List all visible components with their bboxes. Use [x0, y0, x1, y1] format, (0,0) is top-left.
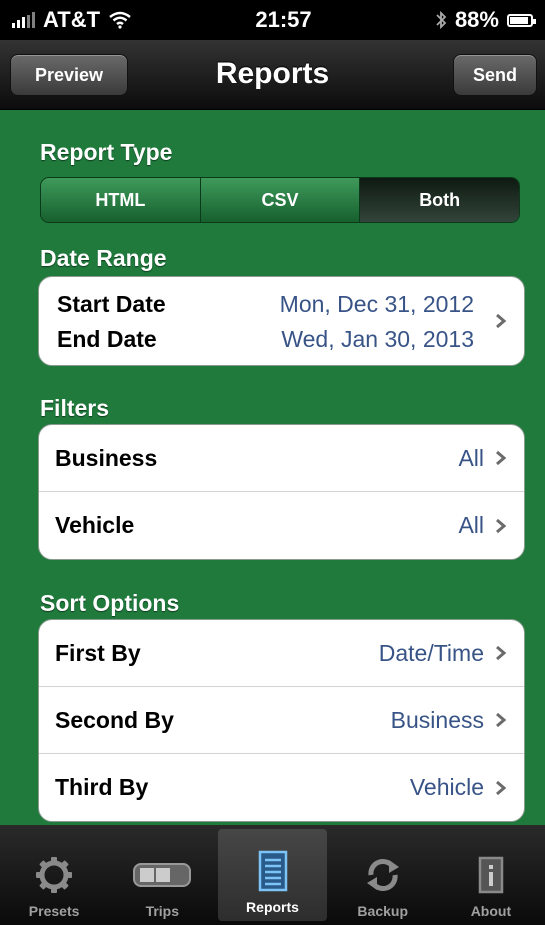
row-value: All: [458, 445, 484, 471]
tab-backup[interactable]: Backup: [329, 825, 437, 925]
date-range-header: Date Range: [40, 245, 167, 271]
sync-icon: [366, 859, 399, 891]
row-label: Business: [55, 444, 158, 471]
row-label: First By: [55, 639, 141, 666]
chevron-right-icon: [496, 780, 507, 795]
signal-icon: [12, 12, 35, 28]
send-button[interactable]: Send: [453, 54, 537, 96]
chevron-right-icon: [496, 518, 507, 533]
start-date-value: Mon, Dec 31, 2012: [279, 291, 474, 317]
filter-row-vehicle[interactable]: Vehicle All: [39, 492, 524, 559]
end-date-value: Wed, Jan 30, 2013: [281, 326, 474, 352]
segment-both[interactable]: Both: [360, 178, 519, 222]
filter-row-business[interactable]: Business All: [39, 425, 524, 492]
tab-label: Trips: [145, 903, 180, 919]
tab-presets[interactable]: Presets: [0, 825, 108, 925]
segment-html[interactable]: HTML: [41, 178, 201, 222]
document-icon: [258, 850, 287, 892]
carrier-label: AT&T: [43, 7, 101, 32]
end-date-label: End Date: [57, 326, 157, 352]
tab-label: Presets: [28, 903, 80, 919]
report-type-control: HTML CSV Both: [40, 177, 520, 223]
battery-percent: 88%: [454, 7, 499, 32]
tab-reports[interactable]: Reports: [218, 829, 327, 921]
row-label: Vehicle: [55, 512, 135, 538]
row-value: Business: [390, 707, 484, 733]
row-value: All: [458, 512, 484, 538]
battery-icon: [506, 13, 536, 27]
row-label: Third By: [55, 774, 149, 800]
tab-about[interactable]: About: [437, 825, 545, 925]
start-date-label: Start Date: [57, 291, 166, 317]
gear-icon: [36, 857, 73, 893]
sort-row-first[interactable]: First By Date/Time: [39, 620, 524, 687]
toggle-icon: [133, 863, 192, 887]
tab-bar: Presets Trips Reports Backup About: [0, 825, 545, 925]
chevron-right-icon: [496, 712, 507, 728]
tab-label: Backup: [357, 903, 408, 919]
sort-row-third[interactable]: Third By Vehicle: [39, 754, 524, 821]
report-settings: Report Type HTML CSV Both Date Range Sta…: [0, 111, 545, 822]
tab-label: Reports: [246, 899, 299, 915]
tab-trips[interactable]: Trips: [108, 825, 216, 925]
sort-options-group: First By Date/Time Second By Business Th…: [38, 619, 525, 822]
segment-csv[interactable]: CSV: [200, 178, 361, 222]
row-value: Vehicle: [409, 774, 484, 800]
clock: 21:57: [255, 7, 312, 32]
report-type-header: Report Type: [40, 139, 173, 165]
date-range-cell[interactable]: Start Date Mon, Dec 31, 2012 End Date We…: [38, 276, 525, 366]
info-icon: [478, 856, 504, 894]
bluetooth-icon: [436, 10, 447, 30]
sort-row-second[interactable]: Second By Business: [39, 687, 524, 754]
filters-group: Business All Vehicle All: [38, 424, 525, 560]
filters-header: Filters: [40, 395, 110, 421]
row-label: Second By: [55, 706, 174, 733]
chevron-right-icon: [496, 313, 507, 329]
row-value: Date/Time: [378, 640, 484, 666]
status-bar: AT&T 21:57 88%: [0, 0, 545, 40]
preview-button[interactable]: Preview: [10, 54, 128, 96]
sort-options-header: Sort Options: [40, 590, 180, 616]
chevron-right-icon: [496, 645, 507, 661]
tab-label: About: [470, 903, 512, 919]
chevron-right-icon: [496, 450, 507, 466]
navigation-bar: Reports Preview Send: [0, 40, 545, 110]
wifi-icon: [109, 11, 131, 29]
